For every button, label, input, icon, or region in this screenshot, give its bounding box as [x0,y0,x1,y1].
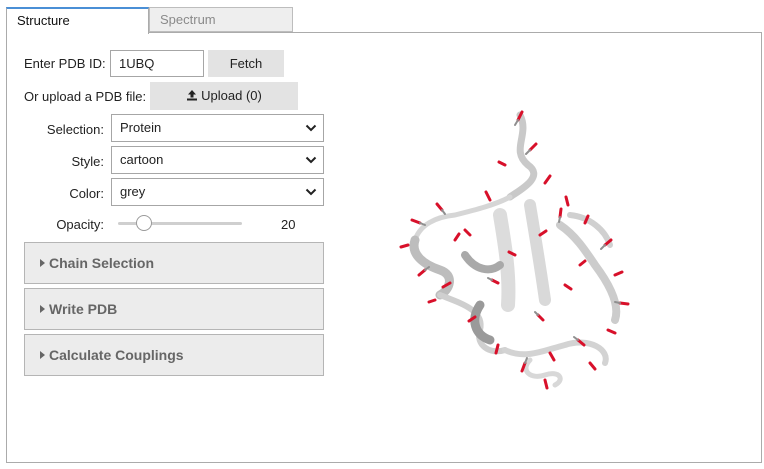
write-pdb-accordion[interactable]: Write PDB [24,288,324,330]
calculate-couplings-label: Calculate Couplings [49,347,184,363]
pdb-id-label: Enter PDB ID: [24,56,106,71]
style-select[interactable]: cartoon [111,146,324,174]
caret-right-icon [40,259,45,267]
color-value: grey [120,184,146,199]
opacity-slider-thumb[interactable] [136,215,152,231]
selection-label: Selection: [46,122,104,137]
upload-icon [187,90,198,101]
tab-structure[interactable]: Structure [6,7,149,34]
upload-button-label: Upload (0) [201,88,262,103]
fetch-button[interactable]: Fetch [208,50,284,77]
chain-selection-accordion[interactable]: Chain Selection [24,242,324,284]
upload-button[interactable]: Upload (0) [150,82,298,110]
pdb-id-input[interactable] [110,50,204,77]
style-label: Style: [71,154,104,169]
tab-spectrum[interactable]: Spectrum [149,7,293,32]
opacity-value: 20 [281,217,296,232]
chevron-down-icon [305,156,317,164]
color-label: Color: [69,186,104,201]
selection-select[interactable]: Protein [111,114,324,142]
color-select[interactable]: grey [111,178,324,206]
upload-label: Or upload a PDB file: [24,89,147,104]
write-pdb-label: Write PDB [49,301,118,317]
chain-selection-label: Chain Selection [49,255,155,271]
calculate-couplings-accordion[interactable]: Calculate Couplings [24,334,324,376]
selection-value: Protein [120,120,162,135]
opacity-label: Opacity: [56,217,104,232]
chevron-down-icon [305,188,317,196]
caret-right-icon [40,305,45,313]
caret-right-icon [40,351,45,359]
molecule-viewer[interactable] [380,105,670,405]
style-value: cartoon [120,152,164,167]
chevron-down-icon [305,124,317,132]
